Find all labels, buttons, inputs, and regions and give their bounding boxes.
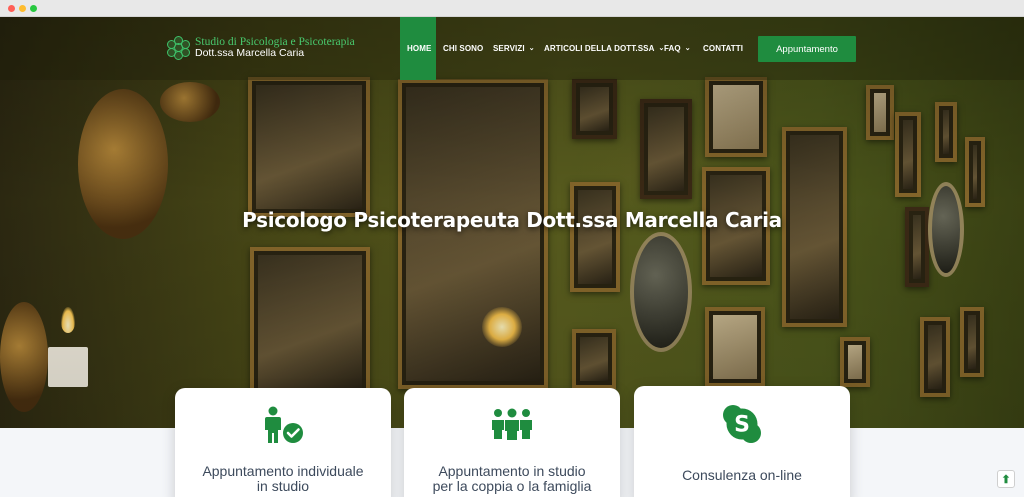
person-check-icon <box>175 406 391 444</box>
nav-item-articoli-label: ARTICOLI DELLA DOTT.SSA <box>544 44 655 53</box>
group-icon <box>404 408 620 440</box>
close-window-button[interactable] <box>8 5 15 12</box>
appointment-button[interactable]: Appuntamento <box>758 36 856 62</box>
window-titlebar <box>0 0 1024 17</box>
card-label-line1: Appuntamento in studio <box>438 463 586 479</box>
nav-item-faq[interactable]: FAQ ⌄ <box>664 44 691 53</box>
flower-logo-icon <box>167 36 191 60</box>
skype-icon: S <box>634 404 850 444</box>
nav-item-home[interactable]: HOME <box>407 44 431 53</box>
nav-item-servizi-label: SERVIZI <box>493 44 525 53</box>
nav-item-servizi[interactable]: SERVIZI ⌄ <box>493 44 535 53</box>
nav-item-contatti[interactable]: CONTATTI <box>703 44 743 53</box>
service-card-online[interactable]: S Consulenza on-line <box>634 386 850 497</box>
browser-window: Studio di Psicologia e Psicoterapia Dott… <box>0 0 1024 497</box>
service-card-couple-family[interactable]: Appuntamento in studio per la coppia o l… <box>404 388 620 497</box>
card-label-line1: Appuntamento individuale <box>202 463 364 479</box>
svg-text:S: S <box>734 413 750 438</box>
nav-item-chi-sono[interactable]: CHI SONO <box>443 44 483 53</box>
card-label-line2: in studio <box>256 478 310 494</box>
maximize-window-button[interactable] <box>30 5 37 12</box>
logo-subtitle: Dott.ssa Marcella Caria <box>195 47 305 59</box>
scroll-to-top-button[interactable]: ⬆ <box>997 470 1015 488</box>
minimize-window-button[interactable] <box>19 5 26 12</box>
nav-item-faq-label: FAQ <box>664 44 681 53</box>
service-card-individual[interactable]: Appuntamento individuale in studio <box>175 388 391 497</box>
card-label-line1: Consulenza on-line <box>682 467 802 483</box>
chevron-down-icon: ⌄ <box>684 45 691 52</box>
logo-text: Studio di Psicologia e Psicoterapia Dott… <box>195 36 355 59</box>
hero-title: Psicologo Psicoterapeuta Dott.ssa Marcel… <box>242 208 782 232</box>
nav-item-articoli[interactable]: ARTICOLI DELLA DOTT.SSA ⌄ <box>544 44 664 53</box>
chevron-down-icon: ⌄ <box>528 45 535 52</box>
site-logo[interactable]: Studio di Psicologia e Psicoterapia Dott… <box>167 36 355 60</box>
card-label-line2: per la coppia o la famiglia <box>432 478 592 494</box>
arrow-up-icon: ⬆ <box>1001 473 1011 486</box>
